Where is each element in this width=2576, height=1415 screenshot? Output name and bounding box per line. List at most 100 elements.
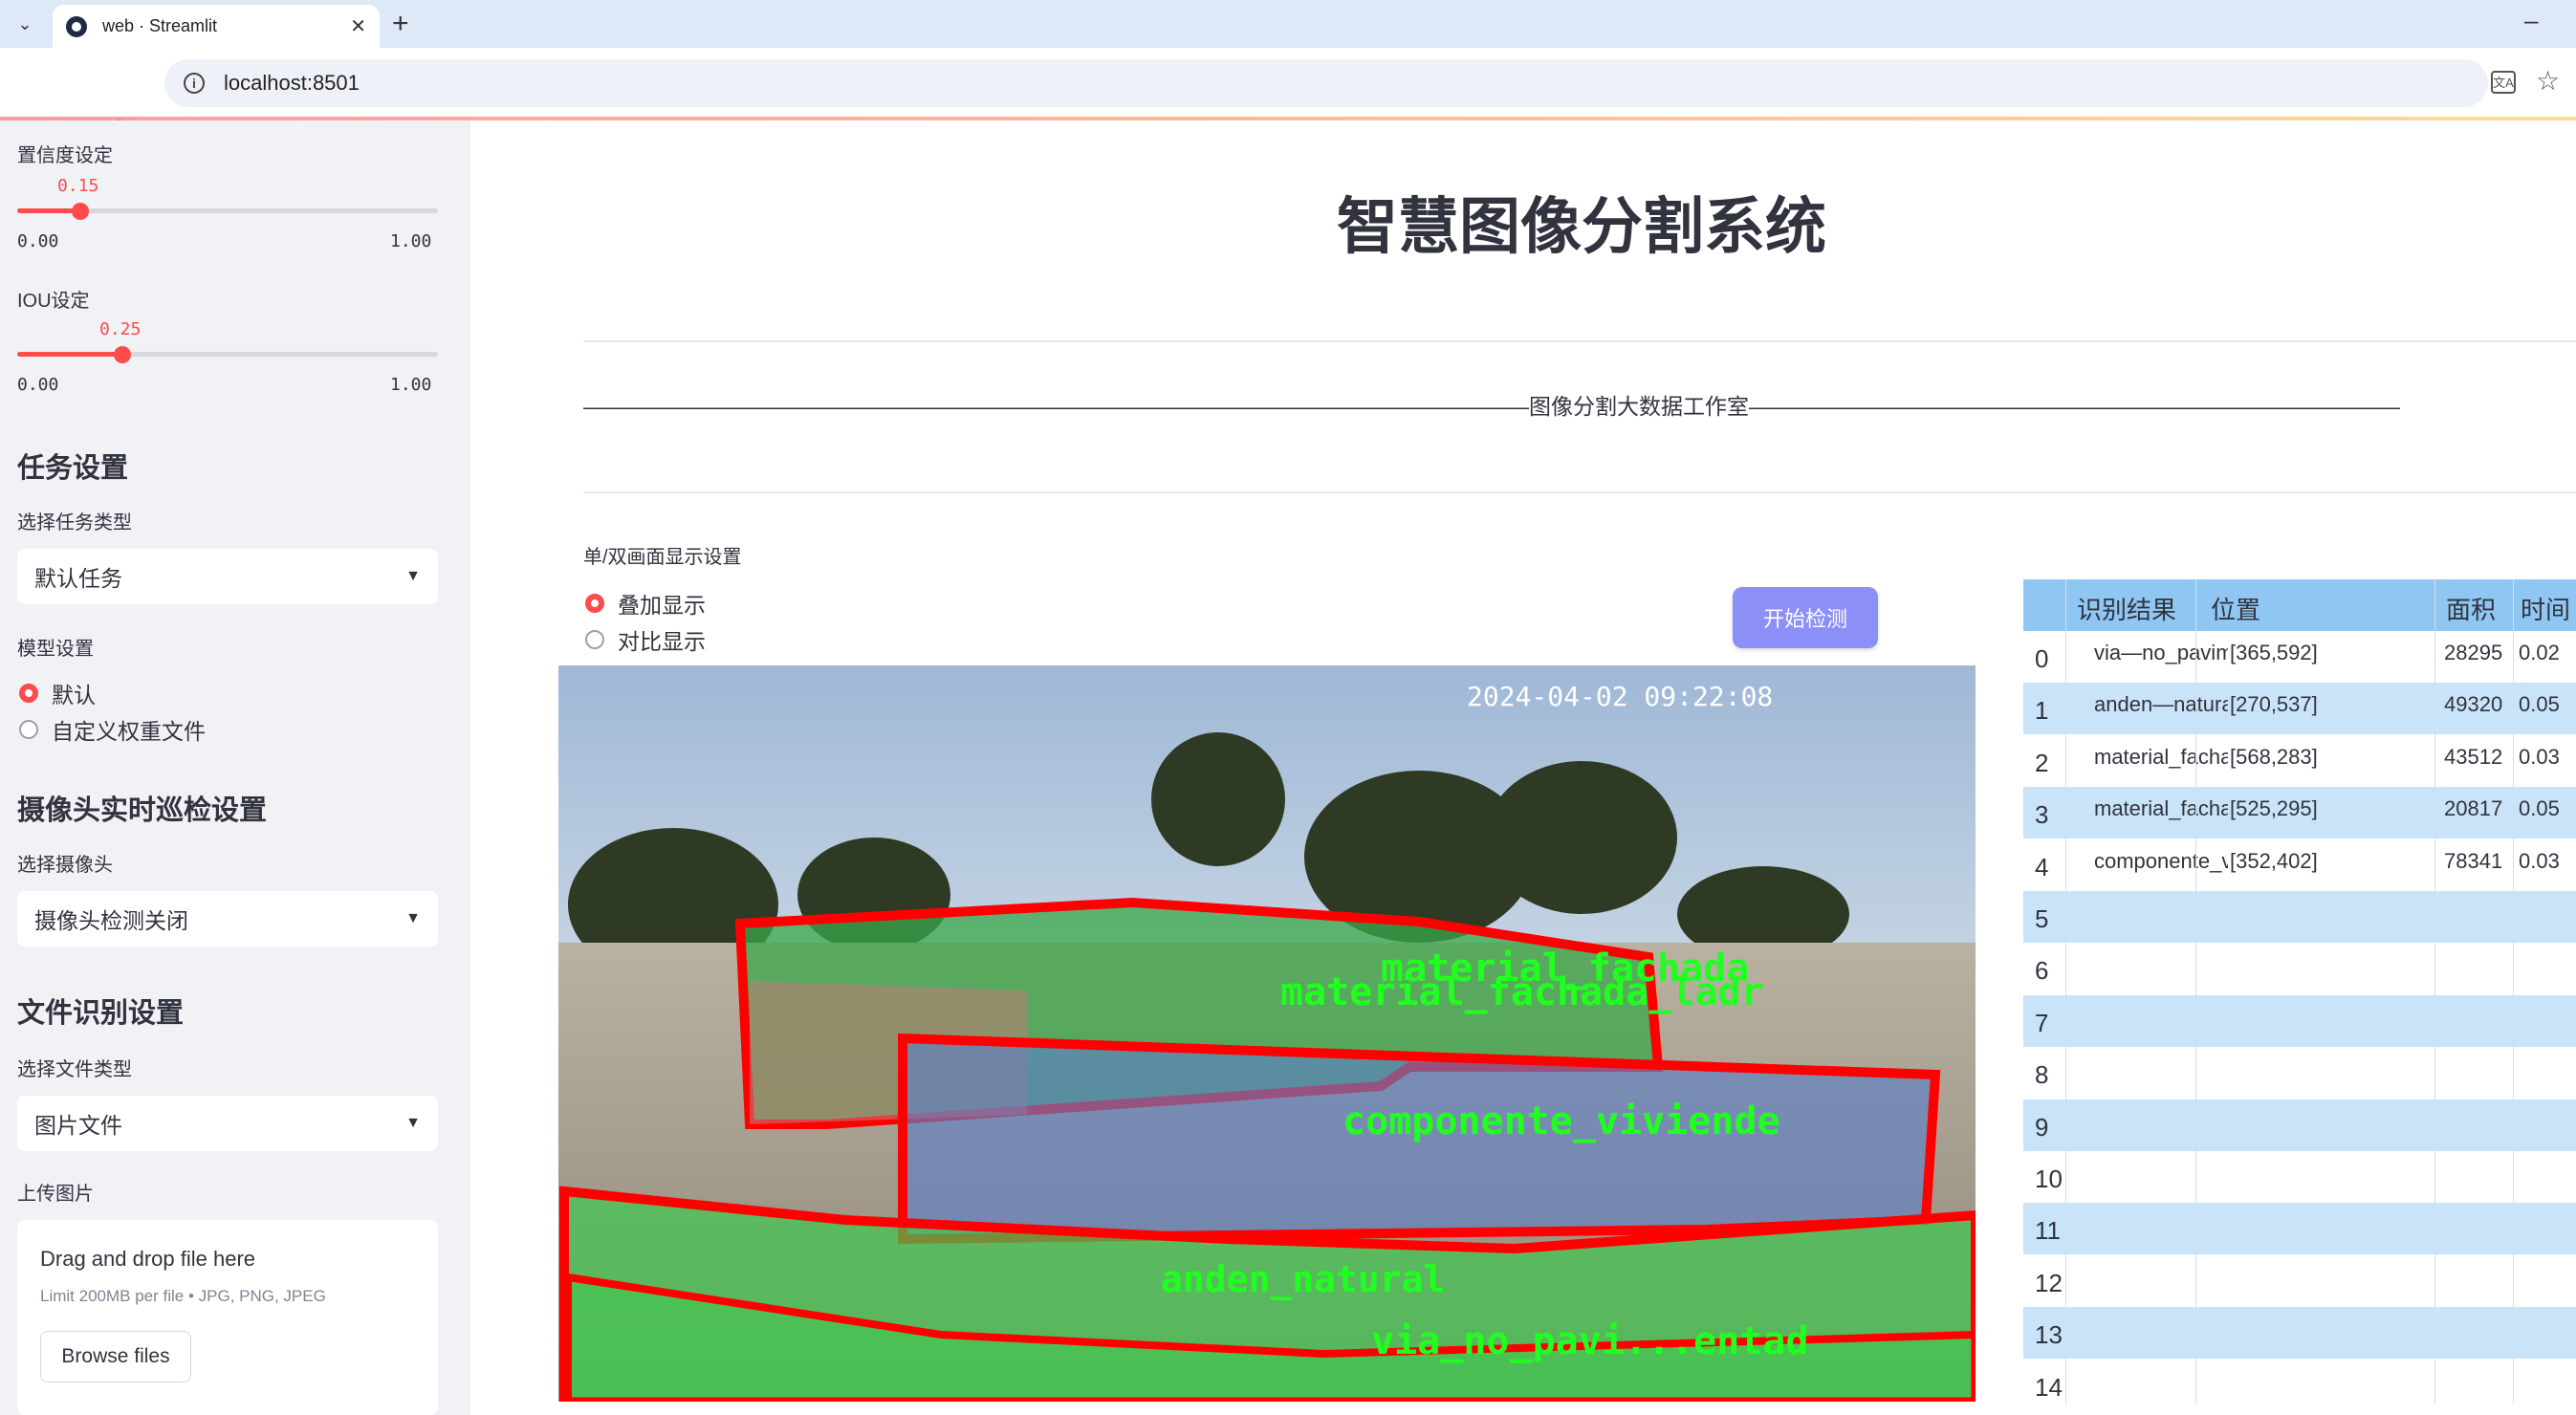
row-index: 2: [2035, 748, 2049, 777]
cell-result: via—no_pavimentada: [2094, 641, 2228, 664]
display-mode-label: 单/双画面显示设置: [583, 547, 742, 568]
row-index: 13: [2035, 1320, 2063, 1350]
table-row[interactable]: 5: [2023, 891, 2576, 943]
task-type-select[interactable]: 默认任务 ▼: [17, 549, 438, 604]
table-row[interactable]: 10: [2023, 1151, 2576, 1203]
col-header-time[interactable]: 时间: [2521, 591, 2570, 626]
model-settings-label: 模型设置: [17, 639, 94, 660]
column-divider: [2434, 579, 2435, 1404]
new-tab-icon[interactable]: +: [392, 8, 409, 40]
cell-position: [525,295]: [2230, 796, 2318, 821]
chevron-down-icon: ▼: [405, 1115, 421, 1131]
row-index: 9: [2035, 1112, 2049, 1142]
iou-slider-fill: [17, 352, 122, 357]
column-divider: [2065, 579, 2066, 1404]
radio-unselected-icon: [585, 630, 604, 649]
model-radio-custom[interactable]: 自定义权重文件: [19, 713, 206, 746]
table-row[interactable]: 0 via—no_pavimentada[365,592] 28295 0.02: [2023, 631, 2576, 683]
col-header-result[interactable]: 识别结果: [2077, 591, 2176, 626]
display-radio-overlay[interactable]: 叠加显示: [585, 587, 706, 620]
camera-select[interactable]: 摄像头检测关闭 ▼: [17, 891, 438, 947]
mask-label: material_fachada_ladr: [1280, 970, 1764, 1014]
iou-value: 0.25: [99, 319, 142, 339]
row-index: 12: [2035, 1268, 2063, 1297]
iou-slider-thumb[interactable]: [114, 346, 131, 363]
row-index: 7: [2035, 1008, 2049, 1037]
tab-list-chevron-icon[interactable]: ⌄: [10, 10, 40, 38]
image-timestamp: 2024-04-02 09:22:08: [1467, 681, 1773, 712]
column-divider: [2195, 579, 2196, 1404]
table-row[interactable]: 14: [2023, 1359, 2576, 1411]
table-row[interactable]: 2 material_fachada_ladrillo_pintura[568,2…: [2023, 734, 2576, 787]
streamlit-favicon-icon: [66, 15, 87, 37]
mask-label: componente_viviende: [1343, 1099, 1780, 1143]
page-title: 智慧图像分割系统: [1337, 192, 1826, 263]
minimize-icon[interactable]: –: [2524, 6, 2538, 35]
cell-time: 0.02: [2519, 641, 2560, 664]
bookmark-star-icon[interactable]: ☆: [2536, 65, 2560, 97]
row-index: 5: [2035, 904, 2049, 933]
table-row[interactable]: 9: [2023, 1099, 2576, 1151]
camera-select-value: 摄像头检测关闭: [34, 908, 188, 933]
task-settings-header: 任务设置: [17, 453, 129, 484]
chevron-down-icon: ▼: [405, 568, 421, 584]
row-index: 3: [2035, 800, 2049, 830]
cell-position: [270,537]: [2230, 692, 2318, 717]
confidence-value: 0.15: [57, 176, 99, 196]
row-index: 0: [2035, 644, 2049, 673]
table-header: 识别结果 位置 面积 时间: [2023, 579, 2576, 631]
model-option-label: 默认: [52, 683, 96, 708]
radio-unselected-icon: [19, 720, 38, 739]
uploader-title: Drag and drop file here: [40, 1247, 256, 1271]
table-row[interactable]: 3 material_fachada_ladrillo_arcilla[525,2…: [2023, 787, 2576, 839]
cell-time: 0.03: [2519, 744, 2560, 769]
confidence-slider-thumb[interactable]: [72, 203, 89, 220]
confidence-label: 置信度设定: [17, 145, 113, 166]
table-row[interactable]: 8: [2023, 1047, 2576, 1099]
table-row[interactable]: 1 anden—natural [270,537] 49320 0.05: [2023, 683, 2576, 735]
camera-select-label: 选择摄像头: [17, 855, 113, 876]
table-row[interactable]: 13: [2023, 1307, 2576, 1360]
table-row[interactable]: 4 componente_vivienda_muralla_reja_metali…: [2023, 838, 2576, 891]
tab-close-icon[interactable]: ✕: [350, 14, 366, 38]
divider: [583, 340, 2576, 342]
file-uploader-dropzone[interactable]: Drag and drop file here Limit 200MB per …: [17, 1220, 438, 1415]
translate-icon[interactable]: 文A: [2491, 71, 2516, 94]
row-index: 14: [2035, 1372, 2063, 1402]
iou-max: 1.00: [390, 375, 432, 395]
confidence-max: 1.00: [390, 231, 432, 251]
chevron-down-icon: ▼: [405, 910, 421, 926]
row-index: 8: [2035, 1060, 2049, 1090]
col-header-position[interactable]: 位置: [2211, 591, 2260, 626]
main-content: 智慧图像分割系统 ———————————————————————————————…: [470, 120, 2576, 1415]
radio-selected-icon: [585, 594, 604, 613]
file-type-select[interactable]: 图片文件 ▼: [17, 1096, 438, 1151]
column-divider: [2513, 579, 2514, 1404]
display-radio-compare[interactable]: 对比显示: [585, 623, 706, 656]
cell-position: [568,283]: [2230, 744, 2318, 769]
browse-files-button[interactable]: Browse files: [40, 1331, 191, 1382]
model-radio-default[interactable]: 默认: [19, 677, 96, 709]
site-info-icon[interactable]: i: [184, 73, 205, 94]
camera-settings-header: 摄像头实时巡检设置: [17, 795, 268, 826]
browser-tabbar: ⌄ web · Streamlit ✕ + –: [0, 0, 2576, 48]
cell-time: 0.05: [2519, 692, 2560, 717]
row-index: 10: [2035, 1165, 2063, 1193]
row-index: 6: [2035, 956, 2049, 986]
uploader-limit-text: Limit 200MB per file • JPG, PNG, JPEG: [40, 1287, 326, 1305]
table-row[interactable]: 7: [2023, 994, 2576, 1047]
table-row[interactable]: 11: [2023, 1203, 2576, 1255]
cell-area: 49320: [2444, 692, 2503, 717]
table-row[interactable]: 6: [2023, 943, 2576, 995]
mask-label: anden_natural: [1161, 1258, 1445, 1300]
col-header-area[interactable]: 面积: [2446, 591, 2496, 626]
cell-result: anden—natural: [2094, 692, 2228, 717]
start-detection-button[interactable]: 开始检测: [1733, 587, 1878, 648]
table-row[interactable]: 12: [2023, 1254, 2576, 1307]
studio-banner: ————————————————————————————————————————…: [583, 394, 2400, 419]
iou-min: 0.00: [17, 375, 59, 395]
segmentation-result-image: 2024-04-02 09:22:08 material_fachada mat…: [558, 665, 1976, 1402]
segmentation-scene: 2024-04-02 09:22:08 material_fachada mat…: [558, 665, 1976, 1402]
url-field[interactable]: i localhost:8501: [164, 59, 2488, 107]
browser-tab[interactable]: web · Streamlit ✕: [53, 5, 380, 48]
